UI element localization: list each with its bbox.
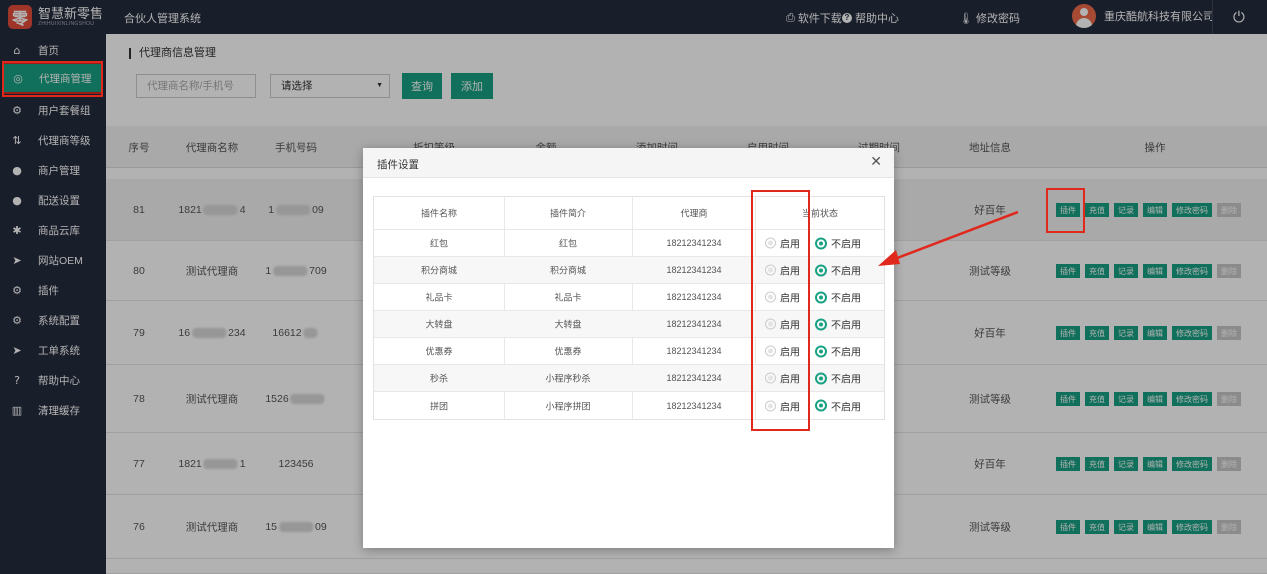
annotation-highlight-sidebar — [1, 61, 103, 97]
dialog-title: 插件设置 — [377, 159, 419, 171]
plugin-settings-dialog: 插件设置 ✕ 插件名称 插件简介 代理商 当前状态 红包 红包 18212341… — [363, 148, 894, 548]
disable-radio[interactable]: 不启用 — [815, 317, 861, 332]
annotation-highlight-enable-column — [751, 190, 810, 431]
disable-radio[interactable]: 不启用 — [815, 398, 861, 413]
disable-radio[interactable]: 不启用 — [815, 344, 861, 359]
dialog-header: 插件设置 ✕ — [363, 148, 894, 178]
disable-radio[interactable]: 不启用 — [815, 290, 861, 305]
annotation-arrow-icon — [878, 210, 1019, 266]
annotation-highlight-plugin-button — [1046, 188, 1085, 233]
disable-radio[interactable]: 不启用 — [815, 236, 861, 251]
disable-radio[interactable]: 不启用 — [815, 263, 861, 278]
close-icon[interactable]: ✕ — [870, 154, 882, 170]
disable-radio[interactable]: 不启用 — [815, 371, 861, 386]
